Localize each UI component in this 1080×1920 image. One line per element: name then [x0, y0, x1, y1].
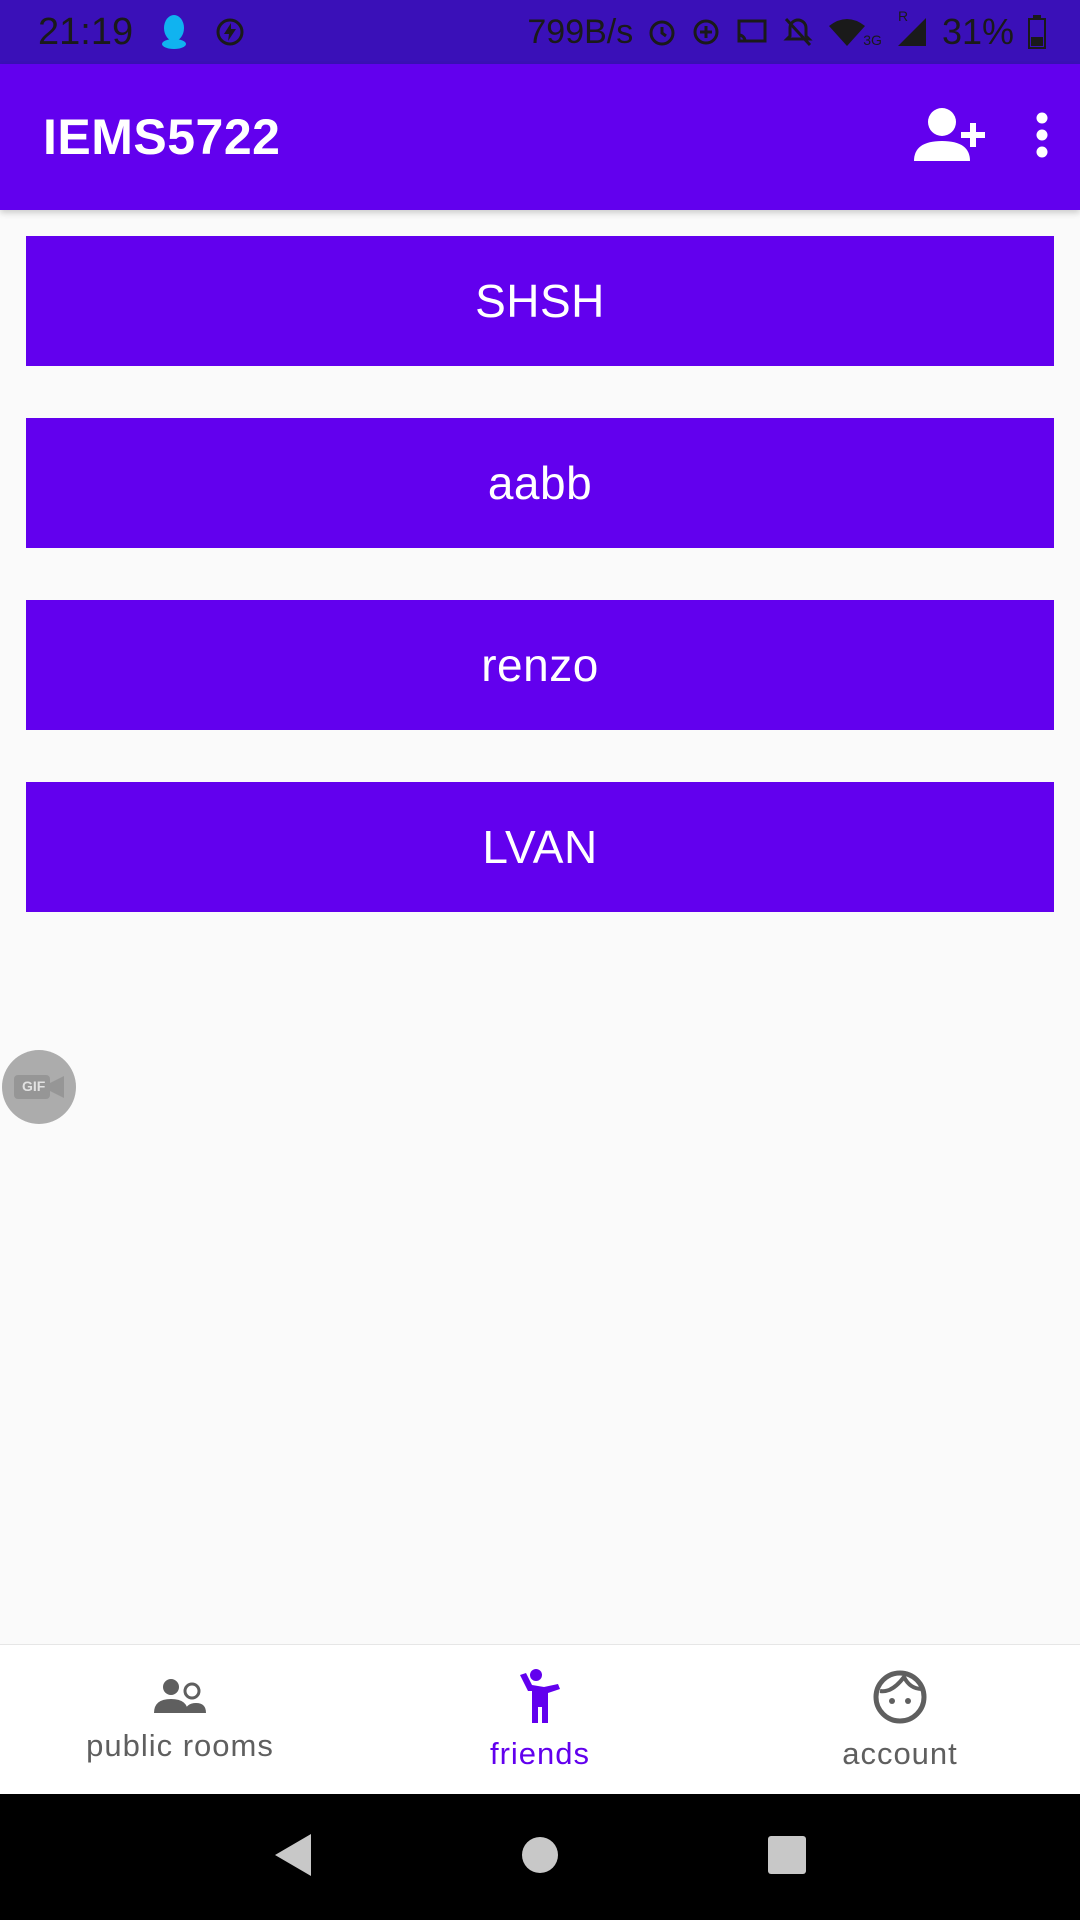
signal-icon: R: [896, 8, 928, 48]
recents-icon: [767, 1835, 807, 1880]
gif-label: GIF: [22, 1078, 46, 1094]
nav-label-friends: friends: [489, 1735, 591, 1771]
add-friend-button[interactable]: [908, 105, 988, 170]
recents-button[interactable]: [767, 1835, 807, 1880]
more-vert-icon: [1032, 111, 1052, 164]
nav-label-public-rooms: public rooms: [86, 1727, 274, 1763]
screen: 21:19 799B/s 3G R 31% IEMS5722 SHSH aabb…: [0, 0, 1080, 1920]
data-saver-icon: [691, 17, 721, 47]
alarm-icon: [647, 17, 677, 47]
friend-button-aabb[interactable]: aabb: [26, 418, 1054, 548]
gif-video-icon: GIF: [12, 1072, 66, 1102]
status-left: 21:19: [38, 11, 245, 54]
cast-icon: [735, 17, 769, 47]
emoji-people-icon: [516, 1668, 564, 1730]
wifi-icon: 3G: [827, 16, 882, 48]
battery-percent: 31%: [941, 11, 1014, 52]
battery-icon: [1028, 15, 1046, 49]
home-icon: [520, 1835, 560, 1880]
nav-item-account[interactable]: account: [720, 1645, 1080, 1795]
charging-bolt-icon: [215, 17, 245, 47]
nav-item-friends[interactable]: friends: [360, 1645, 720, 1795]
friend-button-lvan[interactable]: LVAN: [26, 782, 1054, 912]
nav-item-public-rooms[interactable]: public rooms: [0, 1645, 360, 1795]
network-speed: 799B/s: [527, 12, 634, 51]
notifications-off-icon: [783, 16, 813, 48]
bottom-navigation: public rooms friends account: [0, 1644, 1080, 1795]
back-button[interactable]: [273, 1832, 313, 1883]
app-title: IEMS5722: [43, 109, 281, 165]
friend-button-shsh[interactable]: SHSH: [26, 236, 1054, 366]
status-right: 799B/s 3G R 31%: [527, 8, 1046, 53]
status-bar: 21:19 799B/s 3G R 31%: [0, 0, 1080, 64]
back-icon: [273, 1832, 313, 1883]
qq-icon: [161, 14, 187, 50]
face-icon: [872, 1669, 928, 1730]
friend-button-renzo[interactable]: renzo: [26, 600, 1054, 730]
signal-label: 3G: [863, 32, 882, 48]
friend-list: SHSH aabb renzo LVAN: [26, 236, 1054, 964]
system-navigation-bar: [0, 1794, 1080, 1920]
roaming-label: R: [897, 8, 909, 24]
status-time: 21:19: [38, 10, 134, 53]
overflow-menu-button[interactable]: [1032, 111, 1052, 164]
people-icon: [152, 1677, 208, 1722]
app-bar: IEMS5722: [0, 64, 1080, 210]
gif-recorder-bubble[interactable]: GIF: [2, 1050, 76, 1124]
nav-label-account: account: [842, 1735, 958, 1771]
person-add-icon: [908, 105, 988, 170]
app-bar-actions: [908, 105, 1052, 170]
home-button[interactable]: [520, 1835, 560, 1880]
